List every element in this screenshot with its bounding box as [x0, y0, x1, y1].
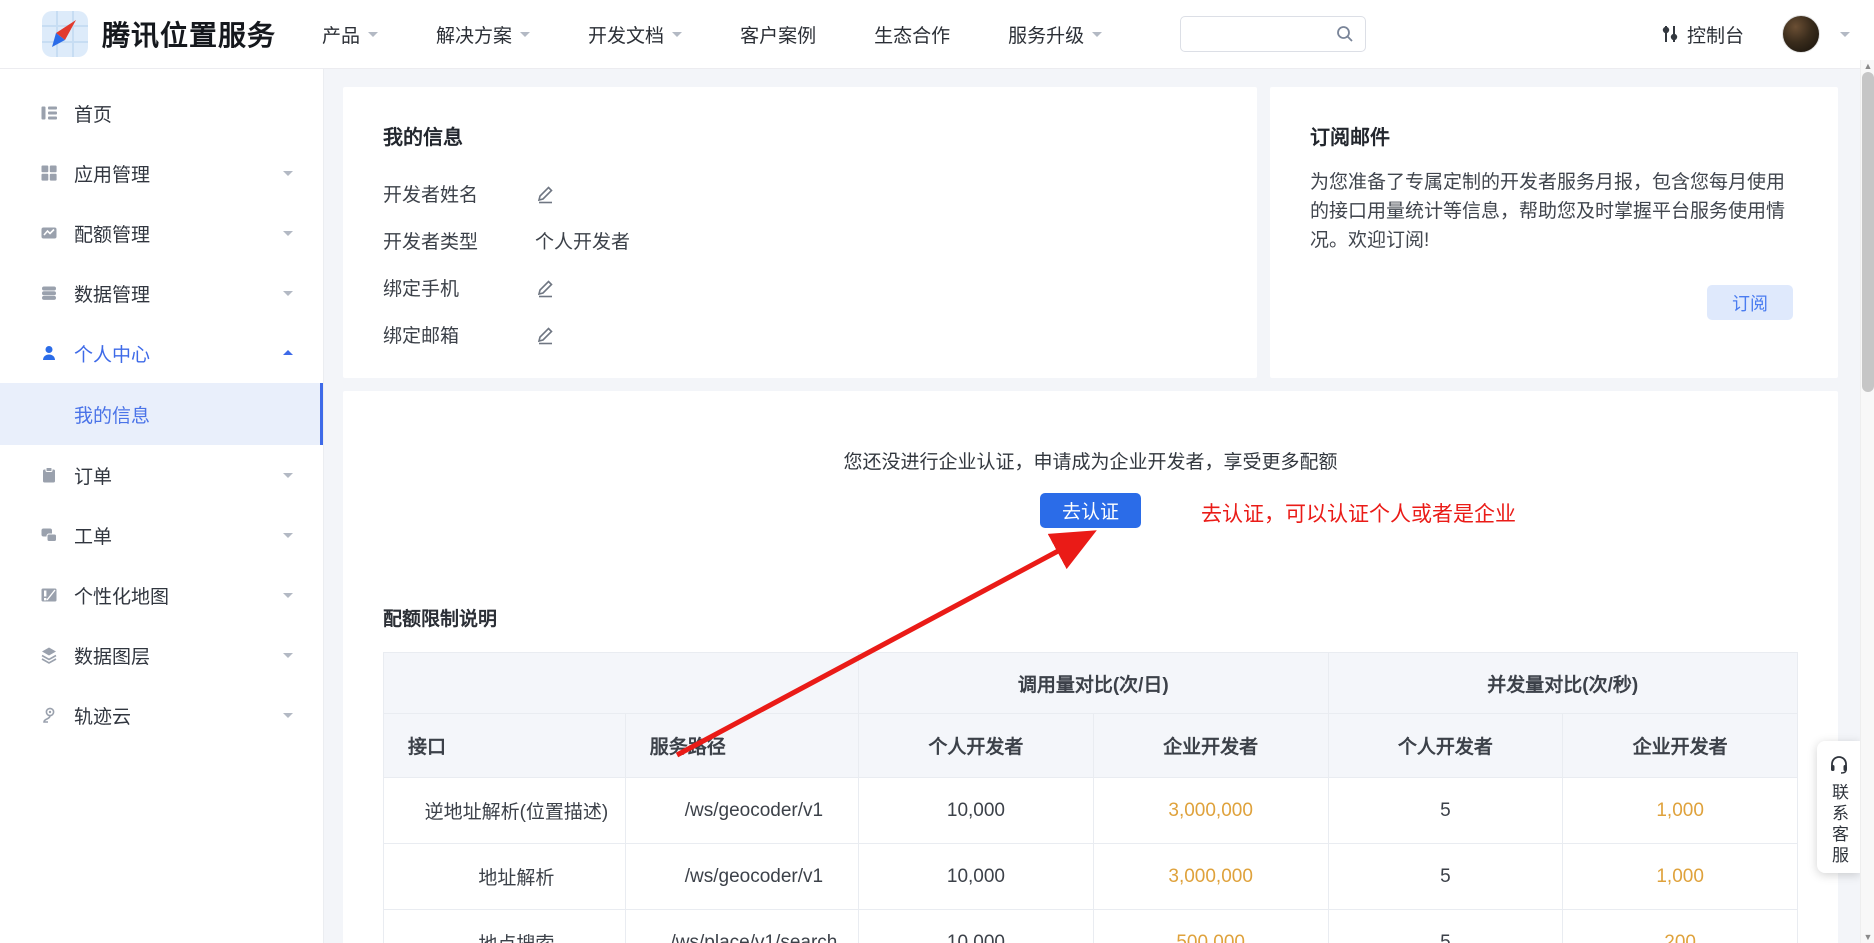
chevron-up-icon	[283, 345, 293, 355]
col-path: 服务路径	[625, 714, 858, 778]
sidebar-subitem-my-info[interactable]: 我的信息	[0, 383, 323, 445]
chevron-down-icon	[283, 171, 293, 181]
user-avatar[interactable]	[1782, 15, 1820, 53]
menu-item-docs[interactable]: 开发文档	[588, 21, 682, 48]
menu-item-solutions[interactable]: 解决方案	[436, 21, 530, 48]
subscribe-title: 订阅邮件	[1310, 121, 1798, 150]
my-info-card: 我的信息 开发者姓名 开发者类型 个人开发者 绑定手机	[343, 87, 1257, 378]
cert-notice: 您还没进行企业认证，申请成为企业开发者，享受更多配额	[343, 447, 1838, 474]
sidebar-item-data-layers[interactable]: 数据图层	[0, 625, 323, 685]
table-row: 地址解析 /ws/geocoder/v1 10,000 3,000,000 5 …	[384, 844, 1798, 910]
search-icon[interactable]	[1335, 24, 1355, 44]
chevron-down-icon	[283, 653, 293, 663]
chevron-down-icon	[283, 713, 293, 723]
scroll-up-arrow[interactable]: ▲	[1861, 61, 1874, 71]
sidebar-item-data[interactable]: 数据管理	[0, 263, 323, 323]
brand-title: 腾讯位置服务	[102, 14, 276, 54]
chart-icon	[40, 223, 60, 243]
sidebar-item-personal-center[interactable]: 个人中心	[0, 323, 323, 383]
chevron-down-icon	[283, 593, 293, 603]
menu-item-cases[interactable]: 客户案例	[740, 21, 816, 48]
subscribe-card: 订阅邮件 为您准备了专属定制的开发者服务月报，包含您每月使用的接口用量统计等信息…	[1270, 87, 1838, 378]
profile-row-name: 开发者姓名	[383, 170, 1217, 217]
menu-item-ecosystem[interactable]: 生态合作	[874, 21, 950, 48]
table-row: 地点搜索 /ws/place/v1/search 10,000 500,000 …	[384, 910, 1798, 943]
vertical-scrollbar[interactable]: ▲ ▼	[1860, 60, 1874, 943]
sidebar: 首页 应用管理 配额管理 数据管理 个人中心 我的信息 订单	[0, 69, 324, 943]
menu-item-upgrade[interactable]: 服务升级	[1008, 21, 1102, 48]
col-personal-daily: 个人开发者	[859, 714, 1094, 778]
my-info-title: 我的信息	[383, 121, 1217, 150]
brand[interactable]: 腾讯位置服务	[42, 11, 276, 57]
subscribe-description: 为您准备了专属定制的开发者服务月报，包含您每月使用的接口用量统计等信息，帮助您及…	[1310, 168, 1792, 255]
layers-icon	[40, 645, 60, 665]
profile-row-email: 绑定邮箱	[383, 311, 1217, 358]
scrollbar-thumb[interactable]	[1862, 72, 1874, 392]
developer-type-value: 个人开发者	[535, 227, 630, 254]
group-header-qps: 并发量对比(次/秒)	[1328, 653, 1797, 714]
user-icon	[40, 343, 60, 363]
chevron-down-icon[interactable]	[1840, 32, 1850, 42]
location-pin-icon	[40, 705, 60, 725]
quota-card: 您还没进行企业认证，申请成为企业开发者，享受更多配额 去认证 去认证，可以认证个…	[343, 391, 1838, 943]
table-header-row: 接口 服务路径 个人开发者 企业开发者 个人开发者 企业开发者	[384, 714, 1798, 778]
grid-icon	[40, 163, 60, 183]
contact-support-tab[interactable]: 联系客服	[1817, 741, 1860, 873]
chevron-down-icon	[368, 32, 378, 42]
list-icon	[40, 103, 60, 123]
chevron-down-icon	[283, 231, 293, 241]
compass-logo-icon	[42, 11, 88, 57]
chevron-down-icon	[1092, 32, 1102, 42]
edit-pencil-icon[interactable]	[535, 278, 555, 298]
quota-table: 调用量对比(次/日) 并发量对比(次/秒) 接口 服务路径 个人开发者 企业开发…	[383, 652, 1798, 943]
sidebar-item-custom-map[interactable]: 个性化地图	[0, 565, 323, 625]
col-api: 接口	[384, 714, 626, 778]
col-personal-qps: 个人开发者	[1328, 714, 1563, 778]
database-icon	[40, 283, 60, 303]
profile-row-type: 开发者类型 个人开发者	[383, 217, 1217, 264]
table-row: 逆地址解析(位置描述) /ws/geocoder/v1 10,000 3,000…	[384, 778, 1798, 844]
sidebar-item-home[interactable]: 首页	[0, 83, 323, 143]
headset-icon	[1828, 753, 1850, 775]
go-certify-button[interactable]: 去认证	[1040, 493, 1141, 528]
col-enterprise-daily: 企业开发者	[1093, 714, 1328, 778]
quota-section-title: 配额限制说明	[383, 604, 1798, 631]
chevron-down-icon	[283, 473, 293, 483]
sidebar-item-orders[interactable]: 订单	[0, 445, 323, 505]
chat-bubbles-icon	[40, 525, 60, 545]
search-box[interactable]	[1180, 16, 1366, 52]
main-content: 我的信息 开发者姓名 开发者类型 个人开发者 绑定手机	[324, 69, 1874, 943]
clipboard-icon	[40, 465, 60, 485]
red-annotation: 去认证，可以认证个人或者是企业	[1201, 498, 1516, 528]
top-navbar: 腾讯位置服务 产品 解决方案 开发文档 客户案例 生态合作 服务升级 控制台	[0, 0, 1874, 69]
search-input[interactable]	[1193, 25, 1335, 43]
chevron-down-icon	[672, 32, 682, 42]
chevron-down-icon	[283, 291, 293, 301]
main-menu: 产品 解决方案 开发文档 客户案例 生态合作 服务升级	[322, 21, 1102, 48]
menu-item-products[interactable]: 产品	[322, 21, 378, 48]
scroll-down-arrow[interactable]: ▼	[1861, 932, 1874, 942]
console-link[interactable]: 控制台	[1661, 21, 1744, 48]
sidebar-item-quota[interactable]: 配额管理	[0, 203, 323, 263]
subscribe-button[interactable]: 订阅	[1707, 285, 1793, 320]
col-enterprise-qps: 企业开发者	[1563, 714, 1798, 778]
sidebar-item-tickets[interactable]: 工单	[0, 505, 323, 565]
edit-pencil-icon[interactable]	[535, 184, 555, 204]
sidebar-item-track-cloud[interactable]: 轨迹云	[0, 685, 323, 745]
profile-row-phone: 绑定手机	[383, 264, 1217, 311]
map-icon	[40, 585, 60, 605]
edit-pencil-icon[interactable]	[535, 325, 555, 345]
support-label: 联系客服	[1826, 783, 1851, 867]
chevron-down-icon	[283, 533, 293, 543]
sidebar-item-apps[interactable]: 应用管理	[0, 143, 323, 203]
table-group-header-row: 调用量对比(次/日) 并发量对比(次/秒)	[384, 653, 1798, 714]
sliders-icon	[1661, 24, 1679, 44]
group-header-daily: 调用量对比(次/日)	[859, 653, 1328, 714]
chevron-down-icon	[520, 32, 530, 42]
